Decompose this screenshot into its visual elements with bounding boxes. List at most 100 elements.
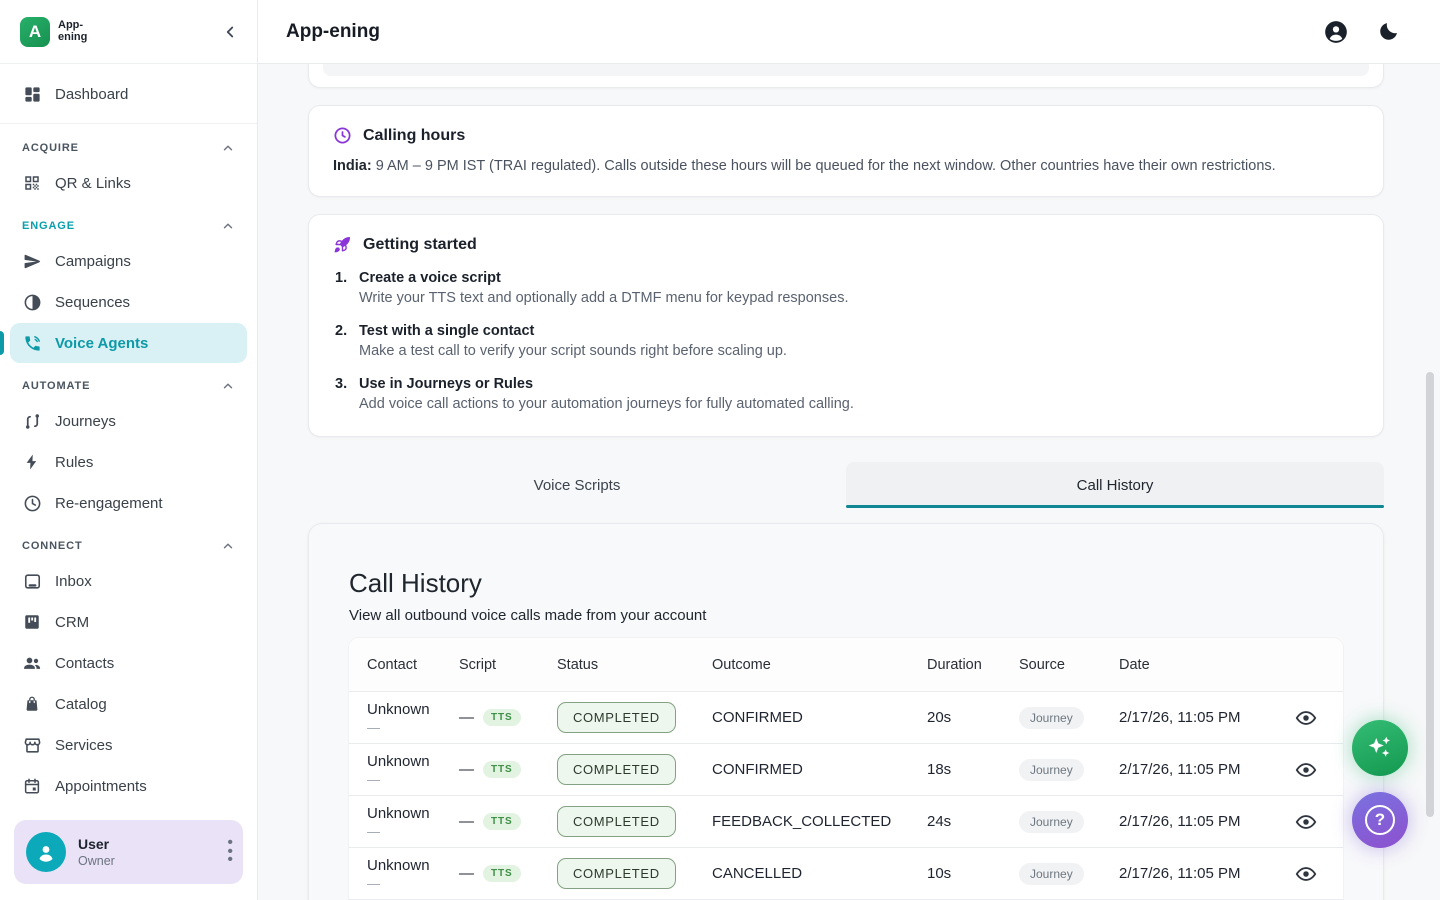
cell-script: — TTS xyxy=(459,761,557,778)
sidebar-item-rules[interactable]: Rules xyxy=(10,442,247,482)
step-title: Use in Journeys or Rules xyxy=(359,376,1359,392)
chevron-up-icon xyxy=(221,379,235,393)
active-indicator xyxy=(0,331,4,355)
calling-hours-lead: India: xyxy=(333,158,372,174)
qr-code-icon xyxy=(22,173,42,193)
sidebar-item-re-engagement[interactable]: Re-engagement xyxy=(10,483,247,523)
tab-bar: Voice Scripts Call History xyxy=(308,462,1384,508)
sidebar-item-label: Sequences xyxy=(55,294,130,311)
sidebar-item-services[interactable]: Services xyxy=(10,725,247,765)
status-badge: COMPLETED xyxy=(557,702,676,733)
getting-started-title: Getting started xyxy=(363,236,477,254)
sidebar-item-journeys[interactable]: Journeys xyxy=(10,401,247,441)
sidebar-item-label: Appointments xyxy=(55,778,147,795)
cell-duration: 20s xyxy=(927,709,1019,726)
account-icon[interactable] xyxy=(1323,19,1349,45)
source-badge: Journey xyxy=(1019,759,1084,781)
view-details-eye-icon[interactable] xyxy=(1295,811,1317,833)
lightning-bolt-icon xyxy=(22,452,42,472)
calling-hours-text: 9 AM – 9 PM IST (TRAI regulated). Calls … xyxy=(372,158,1276,174)
sidebar-item-appointments[interactable]: Appointments xyxy=(10,766,247,806)
sidebar-item-crm[interactable]: CRM xyxy=(10,602,247,642)
col-status: Status xyxy=(557,657,712,673)
cell-outcome: FEEDBACK_COLLECTED xyxy=(712,813,927,830)
sidebar-item-sequences[interactable]: Sequences xyxy=(10,282,247,322)
view-details-eye-icon[interactable] xyxy=(1295,759,1317,781)
cell-outcome: CONFIRMED xyxy=(712,709,927,726)
contact-name: Unknown xyxy=(367,805,459,822)
table-row[interactable]: Unknown — — TTS COMPLETED CONFIRMED 20s … xyxy=(349,691,1343,743)
sidebar-section-automate[interactable]: AUTOMATE xyxy=(10,371,247,401)
sidebar-item-campaigns[interactable]: Campaigns xyxy=(10,241,247,281)
dark-mode-moon-icon[interactable] xyxy=(1377,20,1400,43)
tab-voice-scripts[interactable]: Voice Scripts xyxy=(308,462,846,508)
sidebar-section-connect[interactable]: CONNECT xyxy=(10,531,247,561)
user-menu-dots-icon[interactable]: ••• xyxy=(227,839,233,865)
status-badge: COMPLETED xyxy=(557,858,676,889)
shopping-bag-icon xyxy=(22,694,42,714)
sidebar-item-voice-agents[interactable]: Voice Agents xyxy=(10,323,247,363)
brand-logo: A xyxy=(20,17,50,47)
cell-script: — TTS xyxy=(459,813,557,830)
cell-contact: Unknown — xyxy=(367,857,459,891)
cell-actions xyxy=(1269,707,1343,729)
cell-actions xyxy=(1269,811,1343,833)
step-number: 1. xyxy=(335,270,347,286)
getting-started-steps: 1. Create a voice script Write your TTS … xyxy=(333,270,1359,412)
contact-subtext: — xyxy=(367,876,459,891)
vertical-scrollbar-thumb[interactable] xyxy=(1426,372,1434,817)
cell-actions xyxy=(1269,759,1343,781)
contact-name: Unknown xyxy=(367,857,459,874)
user-role: Owner xyxy=(78,854,115,868)
cell-actions xyxy=(1269,863,1343,885)
contact-subtext: — xyxy=(367,772,459,787)
sidebar-item-label: Re-engagement xyxy=(55,495,163,512)
sidebar-section-acquire[interactable]: ACQUIRE xyxy=(10,133,247,163)
view-details-eye-icon[interactable] xyxy=(1295,707,1317,729)
calendar-icon xyxy=(22,776,42,796)
tts-badge: TTS xyxy=(483,865,521,882)
chevron-up-icon xyxy=(221,141,235,155)
kanban-board-icon xyxy=(22,612,42,632)
sidebar-section-engage[interactable]: ENGAGE xyxy=(10,211,247,241)
section-label: ENGAGE xyxy=(22,220,75,232)
app-root: A App- ening Dashboard ACQUIRE xyxy=(0,0,1440,900)
cell-duration: 10s xyxy=(927,865,1019,882)
table-row[interactable]: Unknown — — TTS COMPLETED CANCELLED 10s … xyxy=(349,847,1343,899)
sidebar-item-qr-links[interactable]: QR & Links xyxy=(10,163,247,203)
sidebar-collapse-icon[interactable] xyxy=(221,23,239,41)
cell-script: — TTS xyxy=(459,865,557,882)
table-row[interactable]: Unknown — — TTS COMPLETED FEEDBACK_COLLE… xyxy=(349,795,1343,847)
source-badge: Journey xyxy=(1019,811,1084,833)
content-scroll-area[interactable]: Calling hours India: 9 AM – 9 PM IST (TR… xyxy=(258,64,1440,900)
script-dash: — xyxy=(459,813,474,830)
ai-assistant-button[interactable] xyxy=(1352,720,1408,776)
sidebar-item-label: Voice Agents xyxy=(55,335,148,352)
sidebar-item-catalog[interactable]: Catalog xyxy=(10,684,247,724)
source-badge: Journey xyxy=(1019,863,1084,885)
route-icon xyxy=(22,411,42,431)
sidebar-divider xyxy=(0,123,257,124)
scrolled-card-fragment xyxy=(308,64,1384,88)
step-title: Create a voice script xyxy=(359,270,1359,286)
sidebar-item-dashboard[interactable]: Dashboard xyxy=(10,74,247,114)
user-meta: User Owner xyxy=(78,836,115,868)
contact-name: Unknown xyxy=(367,753,459,770)
step-description: Add voice call actions to your automatio… xyxy=(359,396,1359,412)
cell-contact: Unknown — xyxy=(367,753,459,787)
sidebar-item-contacts[interactable]: Contacts xyxy=(10,643,247,683)
inbox-icon xyxy=(22,571,42,591)
sidebar-item-label: Services xyxy=(55,737,113,754)
table-body: Unknown — — TTS COMPLETED CONFIRMED 20s … xyxy=(349,691,1343,900)
table-row[interactable]: Unknown — — TTS COMPLETED CONFIRMED 18s … xyxy=(349,743,1343,795)
step-3: 3. Use in Journeys or Rules Add voice ca… xyxy=(333,376,1359,412)
user-card[interactable]: User Owner ••• xyxy=(14,820,243,884)
sidebar-item-inbox[interactable]: Inbox xyxy=(10,561,247,601)
sidebar-item-label: Rules xyxy=(55,454,93,471)
step-number: 2. xyxy=(335,323,347,339)
view-details-eye-icon[interactable] xyxy=(1295,863,1317,885)
tab-call-history[interactable]: Call History xyxy=(846,462,1384,508)
sidebar-item-label: CRM xyxy=(55,614,89,631)
call-history-subtitle: View all outbound voice calls made from … xyxy=(349,607,1343,624)
help-button[interactable]: ? xyxy=(1352,792,1408,848)
